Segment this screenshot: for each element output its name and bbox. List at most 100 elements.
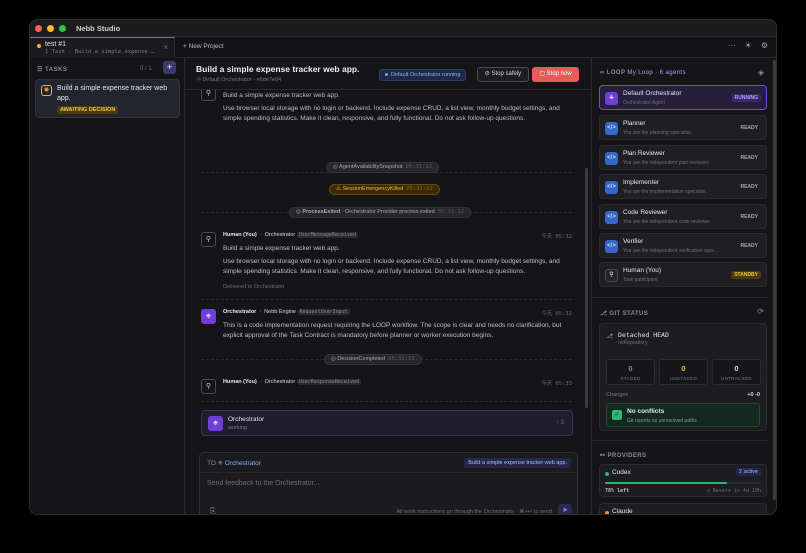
orchestrator-icon: ⎈ xyxy=(201,309,216,324)
close-icon[interactable]: × xyxy=(163,43,168,52)
new-project-label: New Project xyxy=(188,43,224,50)
unstaged-count: 0 UNSTAGED xyxy=(659,359,708,385)
code-icon: </> xyxy=(605,181,618,194)
more-icon[interactable]: ··· xyxy=(728,41,736,50)
task-status-icon: ◉ xyxy=(41,85,52,96)
staged-value: 0 xyxy=(628,364,633,373)
message-header: Human (You) › Orchestrator UserResponseRec… xyxy=(223,379,361,385)
composer-recipient[interactable]: TO ⎈ Orchestrator xyxy=(207,460,261,468)
agent-status-badge: STANDBY xyxy=(731,271,761,279)
agent-card-implementer[interactable]: </> Implementer You are the implementati… xyxy=(599,174,767,199)
agent-status-badge: READY xyxy=(740,125,758,131)
refresh-icon[interactable]: ⟳ xyxy=(757,307,764,316)
message-tag: UserResponseReceived xyxy=(296,379,361,385)
event-label: AgentAvailabilitySnapshot xyxy=(339,164,403,170)
agent-card-planner[interactable]: </> Planner You are the planning special… xyxy=(599,115,767,140)
gear-icon[interactable]: ⚙ xyxy=(761,41,768,50)
page-subtitle: ◷ Default Orchestrator · e6de7e04 xyxy=(196,77,282,83)
agent-name: Planner xyxy=(623,120,646,127)
working-indicator: ⎈ Orchestrator working ↑ 3 xyxy=(201,410,573,436)
event-time: 05:32:33 xyxy=(388,356,415,362)
running-status-badge: Default Orchestrator running xyxy=(379,69,467,81)
git-head: Detached HEAD xyxy=(618,331,669,339)
send-button[interactable]: ➤ xyxy=(558,504,572,514)
tab-subtitle: 1 Task · Build a simple expense … xyxy=(45,49,155,55)
provider-card-codex[interactable]: Codex 2 active 78% left ◷ Resets in 4d 1… xyxy=(599,464,767,497)
provider-card-claude[interactable]: Claude xyxy=(599,503,767,514)
agent-description: You are the implementation specialist. xyxy=(623,189,708,195)
git-status-header: ⎇ GIT STATUS xyxy=(600,311,649,317)
task-context-chip[interactable]: Build a simple expense tracker web app. xyxy=(464,458,571,468)
person-icon: ⚲ xyxy=(201,232,216,247)
attach-icon[interactable]: ⎘ xyxy=(210,508,216,514)
untracked-value: 0 xyxy=(734,364,739,373)
tasks-header: ☰ TASKS xyxy=(37,67,68,73)
agent-name: Default Orchestrator xyxy=(623,90,682,97)
message-from: Human (You) xyxy=(223,232,257,238)
agent-status-badge: READY xyxy=(740,155,758,161)
title-bar: Nebb Studio xyxy=(30,20,776,37)
add-task-button[interactable]: + xyxy=(163,61,176,74)
event-label: ProcessExited xyxy=(302,209,341,215)
composer: TO ⎈ Orchestrator Build a simple expense… xyxy=(199,452,578,515)
message-from: Orchestrator xyxy=(223,309,257,315)
message-text: Use browser local storage with no login … xyxy=(223,258,560,275)
agent-card-verifier[interactable]: </> Verifier You are the independent ver… xyxy=(599,233,767,258)
agent-status-badge: READY xyxy=(740,184,758,190)
task-card[interactable]: ◉ Build a simple expense tracker web app… xyxy=(35,79,180,118)
stop-safely-label: Stop safely xyxy=(491,71,522,77)
agent-card-plan-reviewer[interactable]: </> Plan Reviewer You are the independen… xyxy=(599,145,767,170)
task-title: Build a simple expense tracker web app. xyxy=(57,85,168,102)
loop-name: My Loop · 6 agents xyxy=(627,70,686,76)
agent-name: Plan Reviewer xyxy=(623,150,665,157)
agent-description: Orchestrator Agent xyxy=(623,100,665,106)
provider-name: Codex xyxy=(612,469,631,476)
stop-now-button[interactable]: ▢ Stop now xyxy=(532,67,579,82)
git-status-label: GIT STATUS xyxy=(609,311,649,317)
close-window-button[interactable] xyxy=(35,24,42,32)
git-repository: noRepository xyxy=(618,340,648,346)
message-feed[interactable]: ⚲ Build a simple expense tracker web app… xyxy=(186,90,590,445)
person-icon: ⚲ xyxy=(201,379,216,394)
providers-header: ⚯ PROVIDERS xyxy=(600,453,647,459)
working-title: Orchestrator xyxy=(228,416,265,423)
message-time: 今天 05:33 xyxy=(541,381,572,387)
agent-card-human[interactable]: ⚲ Human (You) Task participant STANDBY xyxy=(599,262,767,287)
conflict-subtitle: Git reports no unresolved paths xyxy=(627,418,697,424)
composer-hint: All work instructions go through the Orc… xyxy=(396,509,552,515)
agent-card-orchestrator[interactable]: ⎈ Default Orchestrator Orchestrator Agen… xyxy=(599,85,767,110)
feedback-input[interactable]: Send feedback to the Orchestrator... xyxy=(207,480,319,487)
layers-icon[interactable]: ◈ xyxy=(758,68,764,77)
minimize-window-button[interactable] xyxy=(47,24,54,32)
divider xyxy=(201,299,572,300)
branch-icon: ⎇ xyxy=(606,334,613,340)
feed-scrollbar[interactable] xyxy=(585,168,588,408)
sun-icon[interactable]: ☀ xyxy=(745,41,752,50)
message-text: Use browser local storage with no login … xyxy=(223,105,560,122)
sidebar-scrollbar[interactable] xyxy=(773,60,776,500)
stop-safely-button[interactable]: ⊘ Stop safely xyxy=(477,67,529,82)
event-time: 05:31:12 xyxy=(405,164,433,170)
usage-bar-fill xyxy=(605,482,727,484)
code-icon: </> xyxy=(605,152,618,165)
agent-card-code-reviewer[interactable]: </> Code Reviewer You are the independen… xyxy=(599,204,767,229)
maximize-window-button[interactable] xyxy=(59,24,66,32)
app-title: Nebb Studio xyxy=(76,23,121,33)
new-project-button[interactable]: + New Project xyxy=(183,43,224,50)
usage-bar xyxy=(605,482,761,484)
message-header: Human (You) › Orchestrator UserMessageRece… xyxy=(223,232,358,238)
composer-to-target: Orchestrator xyxy=(224,460,261,467)
composer-divider xyxy=(200,472,577,473)
app-window: Nebb Studio test #1 1 Task · Build a sim… xyxy=(29,19,777,515)
working-count: ↑ 3 xyxy=(555,420,564,426)
composer-to-label: TO xyxy=(207,460,216,467)
usage-reset: ◷ Resets in 4d 10h xyxy=(706,488,761,494)
toolbar-icons: ··· ☀ ⚙ xyxy=(728,41,768,50)
code-icon: </> xyxy=(605,211,618,224)
staged-count: 0 STAGED xyxy=(606,359,655,385)
agent-description: You are the independent plan reviewer. xyxy=(623,160,710,166)
right-sidebar: ∞ LOOP My Loop · 6 agents ◈ ⎈ Default Or… xyxy=(591,58,776,514)
tab-project[interactable]: test #1 1 Task · Build a simple expense … xyxy=(30,37,175,58)
usage-reset-text: Resets in 4d 10h xyxy=(712,488,761,494)
git-status-panel: ⎇ Detached HEAD noRepository 0 STAGED 0 … xyxy=(599,323,767,431)
